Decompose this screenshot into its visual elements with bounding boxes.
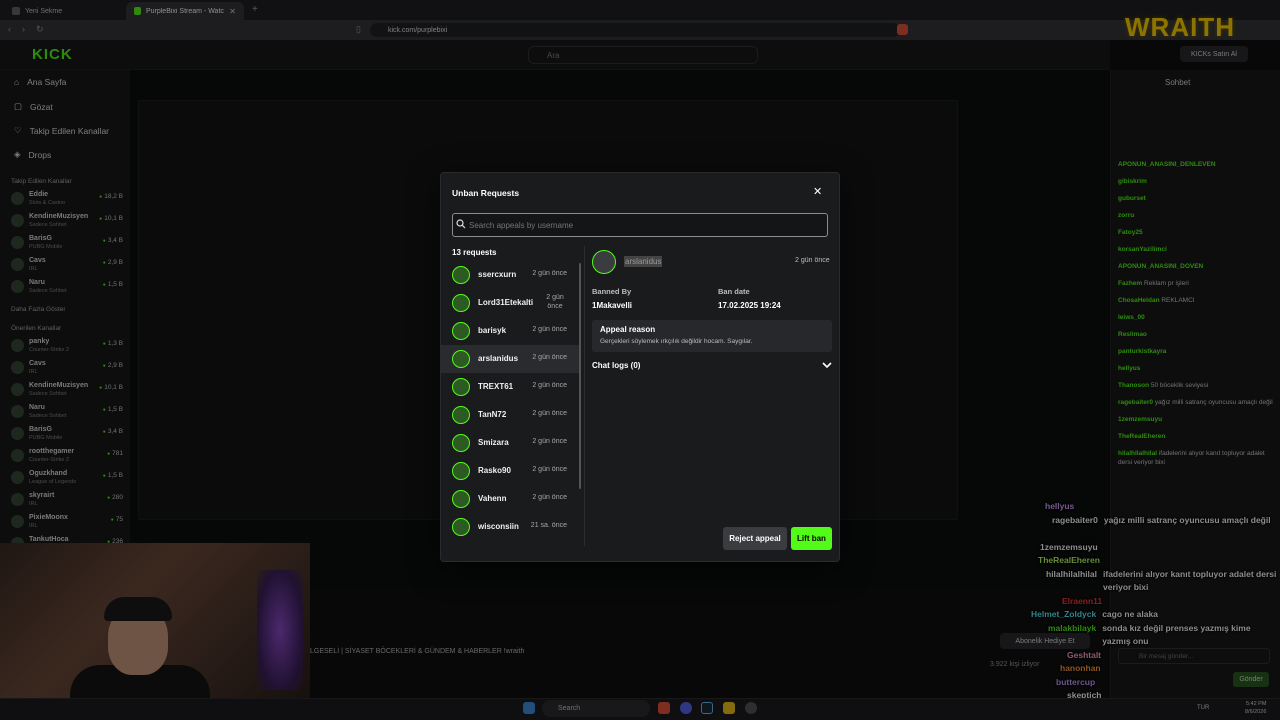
request-username: TanN72 — [478, 410, 507, 419]
appeal-reason-text: Gerçekleri söylemek ırkçılık değildir ho… — [600, 338, 753, 345]
request-row[interactable]: TanN72 2 gün önce — [440, 401, 579, 429]
search-icon — [456, 219, 466, 229]
avatar — [452, 350, 470, 368]
request-time: 2 gün önce — [532, 326, 567, 333]
avatar — [452, 294, 470, 312]
avatar — [452, 378, 470, 396]
request-time: 2 gün önce — [532, 382, 567, 389]
avatar — [452, 490, 470, 508]
request-time: 2 gün önce — [546, 294, 564, 310]
request-row[interactable]: Lord31Etekalti 2 gün önce — [440, 289, 579, 317]
banned-by-label: Banned By — [592, 287, 632, 296]
request-time: 2 gün önce — [532, 354, 567, 361]
request-time: 2 gün önce — [532, 494, 567, 501]
request-username: arslanidus — [478, 354, 519, 363]
modal-divider — [584, 246, 585, 546]
appeal-reason-label: Appeal reason — [600, 325, 656, 334]
request-row[interactable]: TREXT61 2 gün önce — [440, 373, 579, 401]
request-username: Vahenn — [478, 494, 507, 503]
request-row[interactable]: barisyk 2 gün önce — [440, 317, 579, 345]
reject-appeal-button[interactable]: Reject appeal — [723, 527, 787, 550]
lift-ban-button[interactable]: Lift ban — [791, 527, 832, 550]
request-row[interactable]: Smizara 2 gün önce — [440, 429, 579, 457]
request-row[interactable]: ssercxurn 2 gün önce — [440, 261, 579, 289]
appeal-search-input[interactable] — [452, 213, 828, 237]
avatar — [452, 462, 470, 480]
banned-by-value: 1Makavelli — [592, 301, 633, 310]
request-row[interactable]: Rasko90 2 gün önce — [440, 457, 579, 485]
chevron-down-icon[interactable] — [822, 361, 832, 369]
request-time: 2 gün önce — [532, 270, 567, 277]
ban-date-value: 17.02.2025 19:24 — [718, 301, 781, 310]
selected-username: arslanidus — [624, 256, 663, 267]
request-username: Smizara — [478, 438, 509, 447]
request-username: TREXT61 — [478, 382, 514, 391]
avatar — [452, 434, 470, 452]
request-row[interactable]: Vahenn 2 gün önce — [440, 485, 579, 513]
modal-title: Unban Requests — [452, 188, 520, 198]
request-username: barisyk — [478, 326, 507, 335]
request-count: 13 requests — [452, 248, 497, 257]
avatar — [452, 406, 470, 424]
request-username: wisconsiin — [478, 522, 519, 531]
request-time: 2 gün önce — [532, 466, 567, 473]
request-username: Rasko90 — [478, 466, 511, 475]
chat-logs-toggle[interactable]: Chat logs (0) — [592, 361, 640, 370]
request-row[interactable]: arslanidus 2 gün önce — [440, 345, 579, 373]
selected-user-avatar — [592, 250, 616, 274]
avatar — [452, 266, 470, 284]
request-time: 21 sa. önce — [530, 522, 567, 529]
close-icon[interactable]: ✕ — [813, 185, 822, 198]
request-username: ssercxurn — [478, 270, 517, 279]
selected-request-time: 2 gün önce — [795, 257, 830, 264]
request-username: Lord31Etekalti — [478, 298, 534, 307]
avatar — [452, 518, 470, 536]
list-scrollbar[interactable] — [579, 263, 581, 489]
request-row[interactable]: wisconsiin 21 sa. önce — [440, 513, 579, 541]
ban-date-label: Ban date — [718, 287, 750, 296]
request-time: 2 gün önce — [532, 438, 567, 445]
avatar — [452, 322, 470, 340]
request-time: 2 gün önce — [532, 410, 567, 417]
